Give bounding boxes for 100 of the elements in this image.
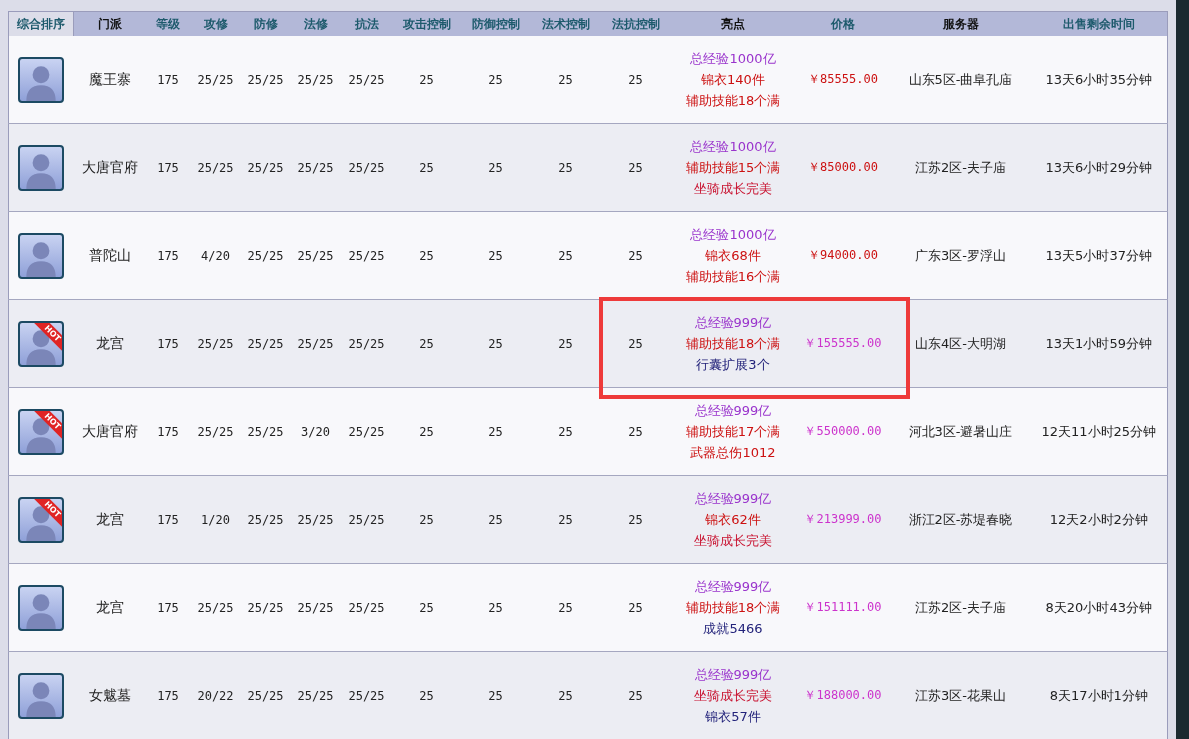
stat-value: 25 bbox=[628, 160, 643, 175]
highlight-text: 锦衣62件 bbox=[705, 511, 761, 529]
price-text: ￥151111.00 bbox=[804, 600, 882, 614]
remaining-time: 13天1小时59分钟 bbox=[1045, 335, 1152, 351]
stat-value: 25 bbox=[488, 336, 503, 351]
column-header: 服务器 bbox=[890, 11, 1031, 36]
stat-value: 25/25 bbox=[297, 600, 334, 615]
highlight-text: 总经验999亿 bbox=[694, 666, 772, 684]
remaining-time: 8天17小时1分钟 bbox=[1049, 687, 1148, 703]
stat-value: 25/25 bbox=[297, 512, 334, 527]
column-header[interactable]: 防御控制 bbox=[460, 11, 531, 36]
school-name: 龙宫 bbox=[95, 510, 124, 527]
column-header[interactable]: 出售剩余时间 bbox=[1030, 11, 1168, 36]
stat-value: 25 bbox=[488, 600, 503, 615]
server-name: 广东3区-罗浮山 bbox=[915, 247, 1006, 263]
stat-value: 25/25 bbox=[197, 424, 234, 439]
stat-value: 25 bbox=[558, 688, 573, 703]
stat-value: 25 bbox=[628, 72, 643, 87]
column-header[interactable]: 综合排序 bbox=[8, 11, 74, 36]
stat-value: 25 bbox=[628, 688, 643, 703]
highlight-text: 辅助技能18个满 bbox=[685, 599, 781, 617]
stat-value: 25/25 bbox=[297, 248, 334, 263]
stat-value: 25 bbox=[628, 248, 643, 263]
character-avatar[interactable] bbox=[18, 232, 65, 279]
stat-value: 25 bbox=[419, 512, 434, 527]
stat-value: 25/25 bbox=[348, 160, 385, 175]
character-avatar[interactable] bbox=[18, 672, 65, 719]
stat-value: 25/25 bbox=[348, 688, 385, 703]
stat-value: 25 bbox=[558, 424, 573, 439]
price-text: ￥85555.00 bbox=[808, 72, 878, 86]
column-header[interactable]: 攻修 bbox=[190, 11, 241, 36]
highlight-text: 总经验1000亿 bbox=[690, 226, 776, 244]
price-text: ￥213999.00 bbox=[804, 512, 882, 526]
column-header[interactable]: 法抗控制 bbox=[600, 11, 671, 36]
school-name: 龙宫 bbox=[95, 334, 124, 351]
column-header: 亮点 bbox=[670, 11, 796, 36]
school-name: 大唐官府 bbox=[81, 158, 138, 175]
highlight-text: 总经验999亿 bbox=[694, 490, 772, 508]
server-name: 江苏2区-夫子庙 bbox=[915, 599, 1006, 615]
highlight-text: 辅助技能17个满 bbox=[685, 423, 781, 441]
stat-value: 25/25 bbox=[247, 688, 284, 703]
highlight-text: 锦衣68件 bbox=[705, 247, 761, 265]
stat-value: 25/25 bbox=[348, 248, 385, 263]
server-name: 河北3区-避暑山庄 bbox=[908, 423, 1013, 439]
stat-value: 25/25 bbox=[247, 336, 284, 351]
stat-value: 25 bbox=[558, 248, 573, 263]
stat-value: 25 bbox=[558, 72, 573, 87]
highlight-text: 锦衣140件 bbox=[701, 71, 765, 89]
stat-value: 25 bbox=[558, 600, 573, 615]
highlight-text: 辅助技能15个满 bbox=[685, 159, 781, 177]
column-header[interactable]: 等级 bbox=[145, 11, 191, 36]
column-header: 门派 bbox=[73, 11, 146, 36]
stat-value: 4/20 bbox=[201, 248, 230, 263]
column-header[interactable]: 攻击控制 bbox=[392, 11, 461, 36]
stat-value: 25/25 bbox=[197, 336, 234, 351]
stat-value: 25 bbox=[628, 512, 643, 527]
stat-value: 175 bbox=[157, 336, 179, 351]
stat-value: 175 bbox=[157, 72, 179, 87]
remaining-time: 13天6小时35分钟 bbox=[1045, 71, 1152, 87]
stat-value: 25/25 bbox=[348, 600, 385, 615]
stat-value: 25/25 bbox=[247, 72, 284, 87]
highlight-text: 成就5466 bbox=[703, 620, 763, 638]
stat-value: 25/25 bbox=[247, 512, 284, 527]
stat-value: 25 bbox=[488, 512, 503, 527]
price-text: ￥155555.00 bbox=[804, 336, 882, 350]
stat-value: 175 bbox=[157, 424, 179, 439]
price-text: ￥94000.00 bbox=[808, 248, 878, 262]
column-header[interactable]: 法术控制 bbox=[530, 11, 601, 36]
character-avatar[interactable] bbox=[18, 144, 65, 191]
character-avatar[interactable] bbox=[18, 584, 65, 631]
remaining-time: 12天2小时2分钟 bbox=[1049, 511, 1148, 527]
stat-value: 25/25 bbox=[297, 160, 334, 175]
stat-value: 25/25 bbox=[247, 160, 284, 175]
stat-value: 175 bbox=[157, 160, 179, 175]
stat-value: 25/25 bbox=[247, 600, 284, 615]
stat-value: 25 bbox=[488, 160, 503, 175]
character-avatar[interactable] bbox=[18, 56, 65, 103]
highlight-text: 锦衣57件 bbox=[705, 708, 761, 726]
highlight-text: 行囊扩展3个 bbox=[696, 356, 770, 374]
column-header[interactable]: 法修 bbox=[290, 11, 341, 36]
column-header[interactable]: 抗法 bbox=[340, 11, 393, 36]
server-name: 江苏3区-花果山 bbox=[915, 687, 1006, 703]
price-text: ￥188000.00 bbox=[804, 688, 882, 702]
remaining-time: 8天20小时43分钟 bbox=[1045, 599, 1152, 615]
column-header[interactable]: 价格 bbox=[795, 11, 891, 36]
stat-value: 25 bbox=[419, 688, 434, 703]
remaining-time: 12天11小时25分钟 bbox=[1041, 423, 1157, 439]
stat-value: 25/25 bbox=[348, 72, 385, 87]
stat-value: 175 bbox=[157, 600, 179, 615]
column-header[interactable]: 防修 bbox=[240, 11, 291, 36]
stat-value: 25/25 bbox=[197, 72, 234, 87]
stat-value: 25 bbox=[488, 424, 503, 439]
server-name: 江苏2区-夫子庙 bbox=[915, 159, 1006, 175]
stat-value: 25/25 bbox=[197, 600, 234, 615]
stat-value: 25 bbox=[558, 512, 573, 527]
stat-value: 175 bbox=[157, 248, 179, 263]
remaining-time: 13天6小时29分钟 bbox=[1045, 159, 1152, 175]
highlight-text: 辅助技能16个满 bbox=[685, 268, 781, 286]
stat-value: 25/25 bbox=[348, 336, 385, 351]
highlight-text: 总经验1000亿 bbox=[690, 50, 776, 68]
